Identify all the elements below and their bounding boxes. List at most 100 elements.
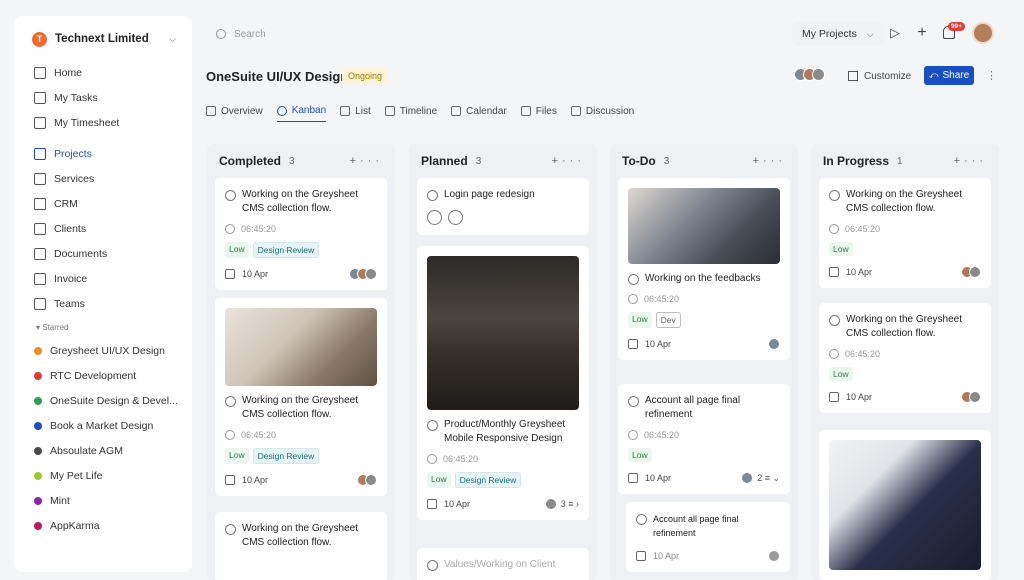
time-row: 06:45:20 [225,224,377,234]
tab-label: Overview [221,105,263,117]
assignee-avatars[interactable] [961,391,981,403]
starred-item-label: Book a Market Design [50,419,154,432]
assignee-avatars[interactable] [741,472,754,484]
task-title: Working on the Greysheet CMS collection … [846,314,962,339]
quick-actions [427,210,579,225]
starred-item[interactable]: RTC Development [14,363,192,388]
starred-item[interactable]: AppKarma [14,513,192,538]
nav-item-my-tasks[interactable]: My Tasks [14,85,192,110]
customize-button[interactable]: Customize [842,66,917,86]
starred-item[interactable]: OneSuite Design & Devel... [14,388,192,413]
check-circle-icon[interactable] [427,420,438,431]
tab-discussion[interactable]: Discussion [570,100,635,122]
starred-item[interactable]: My Pet Life [14,463,192,488]
more-vertical-icon[interactable]: ⋮ [986,69,997,82]
task-card[interactable]: Working on the Greysheet CMS collection … [215,298,387,496]
check-circle-icon[interactable] [628,274,639,285]
check-circle-icon[interactable] [225,396,236,407]
check-circle-icon[interactable] [628,396,639,407]
subtask-count[interactable]: 2 ≡ ⌄ [757,473,780,484]
task-card[interactable]: Login page redesign [417,178,589,235]
tab-overview[interactable]: Overview [206,100,263,122]
check-circle-icon[interactable] [636,514,647,525]
due-date: 10 Apr [645,339,672,349]
subtask-count[interactable]: 3 ≡ › [561,499,579,509]
assignee-avatars[interactable] [768,550,780,562]
column-add-more-icon[interactable]: +··· [350,155,383,167]
starred-item[interactable]: Mint [14,488,192,513]
view-tabs: Overview Kanban List Timeline Calendar F… [206,100,648,122]
org-switcher[interactable]: T Technext Limited ⌵ [14,16,192,52]
tab-timeline[interactable]: Timeline [384,100,437,122]
task-card[interactable]: Working on the Greysheet CMS collection … [215,178,387,290]
tab-label: Discussion [585,105,635,117]
nav-item-clients[interactable]: Clients [14,216,192,241]
starred-item[interactable]: Absoulate AGM [14,438,192,463]
nav-label: Services [54,172,95,185]
task-title: Working on the feedbacks [645,273,761,284]
task-card[interactable]: Product/Monthly Greysheet Mobile Respons… [417,246,589,520]
column-count: 3 [289,155,295,167]
task-card[interactable]: Values/Working on Client [417,548,589,580]
assignee-avatars[interactable] [349,268,377,280]
nav-item-home[interactable]: Home [14,60,192,85]
file-icon [520,106,531,116]
nav-item-my-timesheet[interactable]: My Timesheet [14,110,192,135]
nav-item-services[interactable]: Services [14,166,192,191]
assignee-avatars[interactable] [961,266,981,278]
plus-icon[interactable]: + [915,24,929,41]
card-footer: 10 Apr [829,266,981,278]
tab-kanban[interactable]: Kanban [276,100,327,122]
assignee-avatars[interactable] [544,498,557,510]
task-card[interactable]: Working on the Greysheet CMS collection … [819,303,991,413]
nav-item-projects[interactable]: Projects [14,141,192,166]
share-button[interactable]: ⤺ Share [924,66,974,85]
task-card[interactable] [819,430,991,580]
check-circle-icon[interactable] [225,190,236,201]
assignee-avatars[interactable] [768,338,780,350]
task-card[interactable]: Working on the Greysheet CMS collection … [215,512,387,580]
nav-label: CRM [54,197,78,210]
task-card[interactable]: Account all page final refinement 06:45:… [618,384,790,494]
nav-label: Projects [54,147,92,160]
tab-label: Kanban [291,105,327,116]
chevron-down-icon[interactable]: ⌵ [328,71,335,82]
clock-icon [427,454,437,464]
starred-section-toggle[interactable]: ▾ Starred [14,316,192,338]
tab-label: Calendar [466,105,507,117]
member-avatars[interactable] [794,68,825,81]
timesheet-icon [34,116,46,129]
avatar [768,338,780,350]
nav-item-invoice[interactable]: Invoice [14,266,192,291]
check-circle-icon[interactable] [427,560,438,571]
starred-item[interactable]: Greysheet UI/UX Design [14,338,192,363]
search-input[interactable]: Search [206,22,486,46]
starred-item[interactable]: Book a Market Design [14,413,192,438]
column-add-more-icon[interactable]: +··· [753,155,786,167]
play-icon[interactable]: ▷ [888,25,902,40]
share-label: Share [942,70,970,81]
task-card[interactable]: Working on the Greysheet CMS collection … [819,178,991,288]
assign-user-icon[interactable] [448,210,463,225]
check-circle-icon[interactable] [829,190,840,201]
avatar[interactable] [972,22,994,44]
check-circle-icon[interactable] [427,190,438,201]
column-add-more-icon[interactable]: +··· [954,155,987,167]
starred-item-label: RTC Development [50,369,137,382]
nav-item-crm[interactable]: CRM [14,191,192,216]
task-title-row: Working on the Greysheet CMS collection … [225,522,377,550]
column-add-more-icon[interactable]: +··· [552,155,585,167]
card-footer: 10 Apr 3 ≡ › [427,498,579,510]
nav-item-documents[interactable]: Documents [14,241,192,266]
task-card[interactable]: Working on the feedbacks 06:45:20 Low Dev… [618,178,790,360]
check-circle-icon[interactable] [225,524,236,535]
tab-files[interactable]: Files [520,100,557,122]
nav-item-teams[interactable]: Teams [14,291,192,316]
calendar-add-icon[interactable] [427,210,442,225]
tab-list[interactable]: List [340,100,371,122]
assignee-avatars[interactable] [357,474,377,486]
check-circle-icon[interactable] [829,315,840,326]
tab-calendar[interactable]: Calendar [451,100,507,122]
my-projects-dropdown[interactable]: My Projects ⌵ [792,22,884,46]
subtask-card[interactable]: Account all page final refinement 10 Apr [626,502,790,572]
